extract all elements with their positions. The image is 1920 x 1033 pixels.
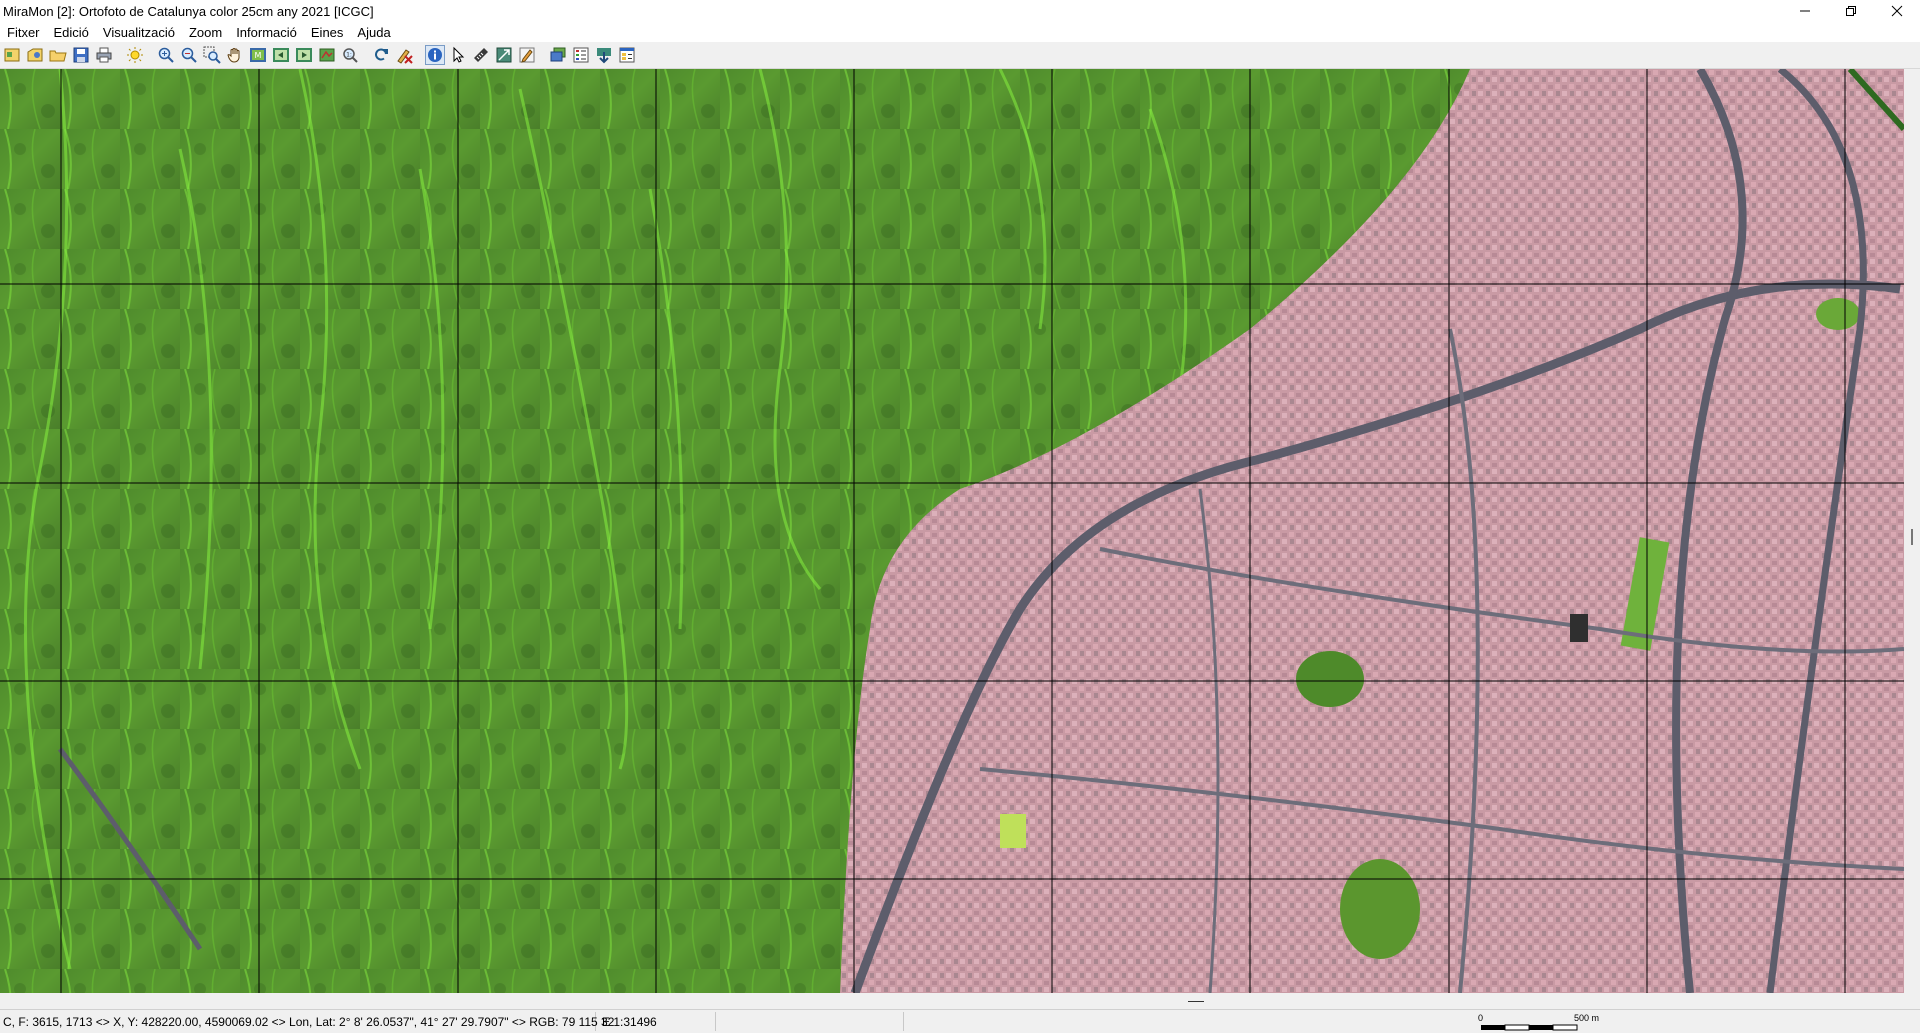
restore-icon [1846,6,1856,16]
park [1816,298,1860,330]
sports-field [1000,814,1026,848]
open-folder-icon [49,50,67,62]
download-button[interactable] [594,45,614,65]
title-bar: MiraMon [2]: Ortofoto de Catalunya color… [0,0,1920,22]
info-icon [428,48,442,62]
zoom-layer-icon [319,48,335,62]
park [1296,651,1364,707]
window-controls [1782,0,1920,22]
layers-icon [550,47,566,62]
orthophoto-map[interactable] [0,69,1904,993]
edit-icon [519,47,535,63]
pointer-icon [453,46,465,63]
measure-icon [474,48,488,62]
measure-button[interactable] [471,45,491,65]
properties-button[interactable] [617,45,637,65]
close-button[interactable] [1874,0,1920,22]
menu-visualitzacio[interactable]: Visualització [96,25,182,40]
zoom-next-icon [296,48,312,62]
toolbar: M 1: [0,42,1920,69]
sun-icon [127,47,143,63]
zoom-layer-button[interactable] [317,45,337,65]
maximize-button[interactable] [1828,0,1874,22]
zoom-previous-icon [273,48,289,62]
horizontal-splitter[interactable] [0,993,1920,1009]
sun-button[interactable] [125,45,145,65]
print-button[interactable] [94,45,114,65]
save-icon [73,47,89,63]
stop-draw-button[interactable] [394,45,414,65]
zoom-in-icon [158,47,174,63]
zoom-out-button[interactable] [179,45,199,65]
pointer-button[interactable] [448,45,468,65]
svg-text:M: M [255,51,262,60]
menu-eines[interactable]: Eines [304,25,351,40]
refresh-icon [375,48,388,61]
menu-ajuda[interactable]: Ajuda [350,25,397,40]
minimize-icon [1800,10,1810,12]
open-layer-icon [27,48,43,62]
download-icon [597,48,611,64]
layers-button[interactable] [548,45,568,65]
menu-fitxer[interactable]: Fitxer [0,25,47,40]
window-title: MiraMon [2]: Ortofoto de Catalunya color… [3,3,374,19]
zoom-window-button[interactable] [202,45,222,65]
print-icon [96,47,112,63]
map-view[interactable] [0,69,1904,993]
full-extent-button[interactable]: M [248,45,268,65]
zoom-window-icon [203,46,221,64]
open-layer-button[interactable] [25,45,45,65]
refresh-button[interactable] [371,45,391,65]
pan-button[interactable] [225,45,245,65]
zoom-scale-button[interactable]: 1: [340,45,360,65]
zoom-in-button[interactable] [156,45,176,65]
georeference-button[interactable] [494,45,514,65]
legend-button[interactable] [571,45,591,65]
scale-readout: E 1:31496 [598,1012,716,1031]
open-map-button[interactable] [2,45,22,65]
menu-edicio[interactable]: Edició [47,25,96,40]
vertical-splitter[interactable] [1904,69,1920,993]
full-extent-icon: M [250,48,266,62]
zoom-previous-button[interactable] [271,45,291,65]
info-button[interactable] [425,45,445,65]
zoom-scale-icon: 1: [343,48,358,63]
sports-field [1570,614,1588,642]
menu-bar: Fitxer Edició Visualització Zoom Informa… [0,22,1920,42]
close-icon [1891,5,1903,17]
splitter-grip[interactable] [1188,1001,1204,1002]
pan-hand-icon [227,48,240,63]
coordinates-readout: C, F: 3615, 1713 <> X, Y: 428220.00, 459… [2,1012,614,1031]
georeference-icon [496,47,512,63]
legend-icon [573,47,589,63]
scalebar-pane: 0 500 m [720,1012,1599,1031]
status-bar: C, F: 3615, 1713 <> X, Y: 428220.00, 459… [0,1009,1920,1032]
open-folder-button[interactable] [48,45,68,65]
minimize-button[interactable] [1782,0,1828,22]
splitter-grip[interactable] [1911,529,1913,545]
scale-bar: 0 500 m [1478,1013,1618,1033]
stop-draw-icon [397,49,413,64]
zoom-out-icon [181,47,197,63]
edit-button[interactable] [517,45,537,65]
menu-zoom[interactable]: Zoom [182,25,229,40]
park [1340,859,1420,959]
properties-icon [619,47,635,63]
scalebar-graphic [1481,1024,1578,1031]
menu-informacio[interactable]: Informació [229,25,304,40]
open-map-icon [4,48,20,62]
zoom-next-button[interactable] [294,45,314,65]
save-button[interactable] [71,45,91,65]
svg-text:1:: 1: [346,52,352,59]
